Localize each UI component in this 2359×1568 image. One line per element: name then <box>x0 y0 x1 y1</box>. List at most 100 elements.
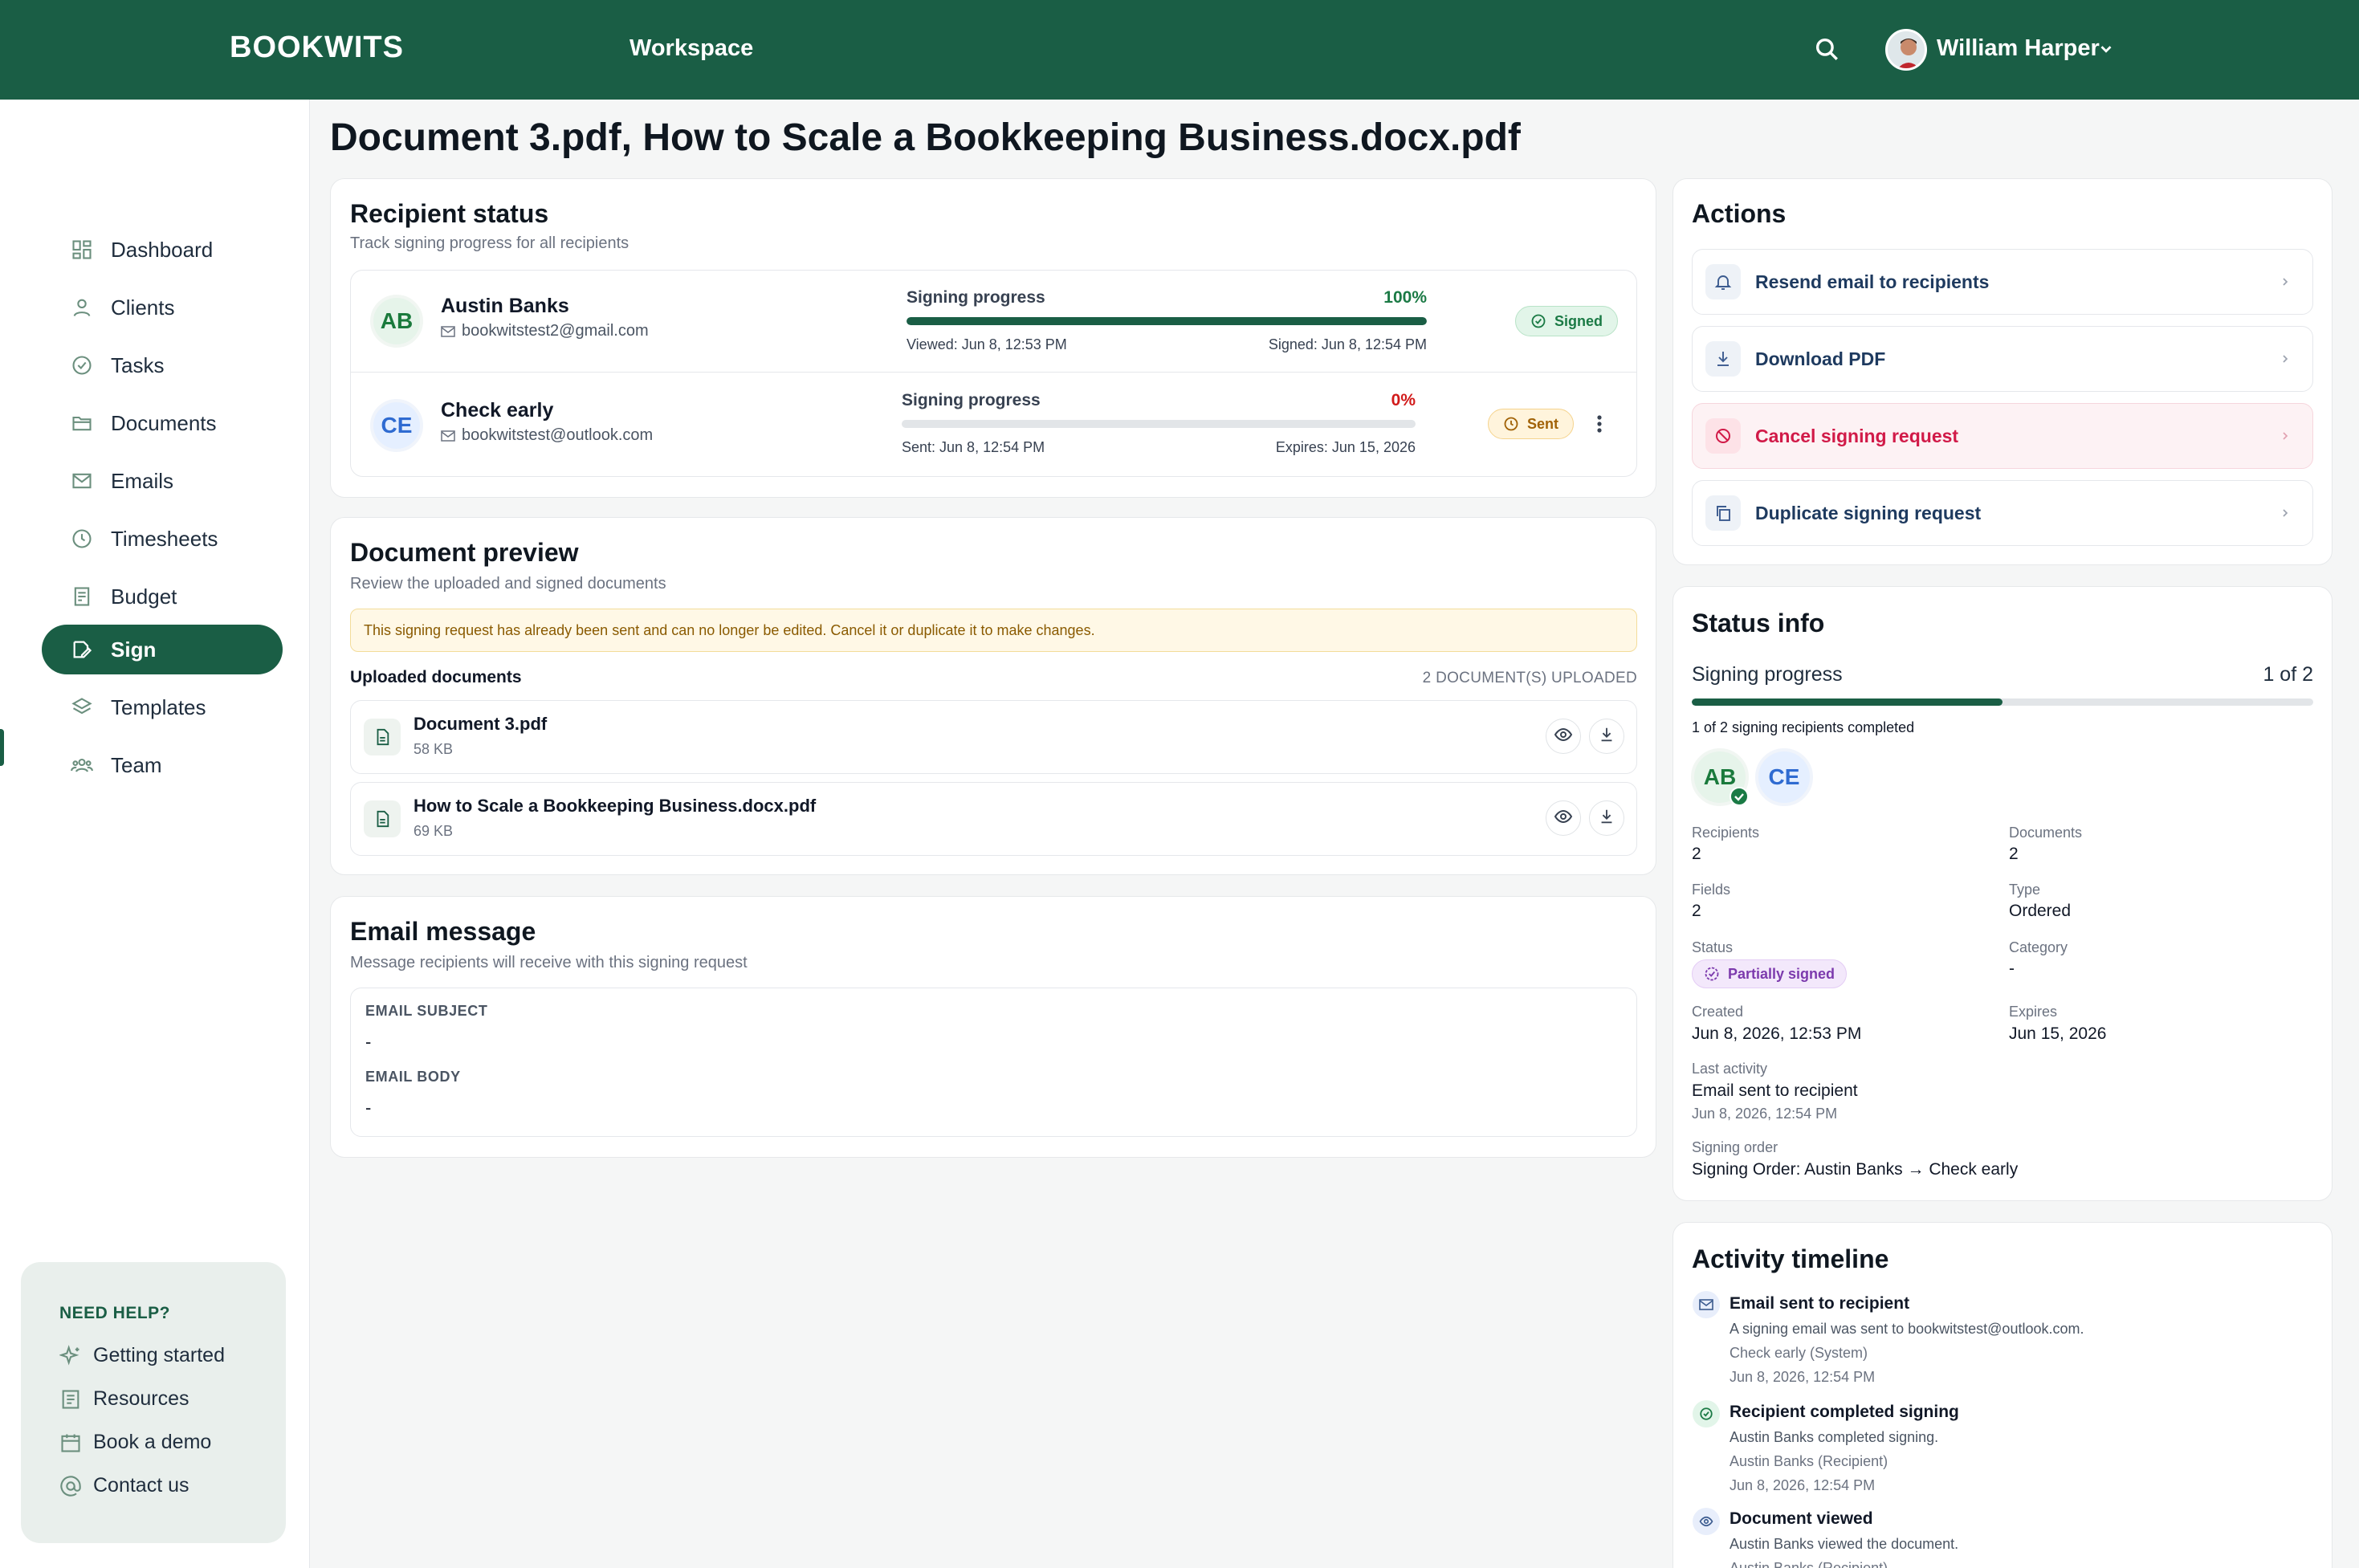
brand-logo[interactable]: BOOKWITS <box>230 31 404 65</box>
help-book-demo[interactable]: Book a demo <box>59 1431 211 1454</box>
status-badge-label: Signed <box>1554 312 1603 329</box>
download-icon <box>1705 341 1741 377</box>
help-getting-started[interactable]: Getting started <box>59 1344 225 1367</box>
download-document-button[interactable] <box>1589 719 1624 754</box>
sidebar-item-timesheets[interactable]: Timesheets <box>42 514 283 564</box>
document-preview-title: Document preview <box>350 538 579 567</box>
chevron-down-icon[interactable] <box>2097 40 2115 58</box>
document-row[interactable]: Document 3.pdf 58 KB <box>350 700 1637 774</box>
help-item-label: Contact us <box>93 1474 189 1497</box>
duplicate-signing-request-button[interactable]: Duplicate signing request <box>1692 480 2313 546</box>
help-item-label: Book a demo <box>93 1431 212 1453</box>
event-title: Recipient completed signing <box>1730 1403 1959 1421</box>
action-label: Download PDF <box>1755 348 1886 369</box>
signing-progress-percent: 0% <box>1391 391 1416 409</box>
document-name: Document 3.pdf <box>414 714 548 734</box>
user-avatar[interactable] <box>1885 29 1927 71</box>
cancel-signing-request-button[interactable]: Cancel signing request <box>1692 403 2313 469</box>
signed-date: Signed: Jun 8, 12:54 PM <box>1268 336 1427 352</box>
event-actor: Austin Banks (Recipient) <box>1730 1453 1888 1469</box>
document-row[interactable]: How to Scale a Bookkeeping Business.docx… <box>350 782 1637 856</box>
signing-progress-bar <box>902 420 1416 428</box>
event-description: A signing email was sent to bookwitstest… <box>1730 1321 2084 1337</box>
status-badge: Sent <box>1488 409 1575 439</box>
type-value: Ordered <box>2009 902 2072 920</box>
sidebar-item-emails[interactable]: Emails <box>42 456 283 506</box>
event-time: Jun 8, 2026, 12:54 PM <box>1730 1477 1876 1493</box>
fields-value: 2 <box>1692 902 1701 920</box>
recipient-status-subtitle: Track signing progress for all recipient… <box>350 234 629 252</box>
chevron-right-icon <box>2279 275 2292 288</box>
actions-title: Actions <box>1692 199 1787 228</box>
recipient-email-text: bookwitstest2@gmail.com <box>462 322 649 340</box>
recipient-name: Check early <box>441 399 554 422</box>
at-icon <box>59 1475 82 1497</box>
help-resources[interactable]: Resources <box>59 1387 189 1411</box>
sparkle-icon <box>59 1344 82 1367</box>
event-actor: Austin Banks (Recipient) <box>1730 1560 1888 1568</box>
document-name: How to Scale a Bookkeeping Business.docx… <box>414 796 817 816</box>
action-label: Cancel signing request <box>1755 425 1959 446</box>
recipient-status-title: Recipient status <box>350 199 549 228</box>
action-label: Duplicate signing request <box>1755 502 1982 523</box>
expires-value: Jun 15, 2026 <box>2009 1024 2107 1043</box>
avatar: CE <box>1755 748 1813 806</box>
sidebar-item-templates[interactable]: Templates <box>42 682 283 732</box>
event-title: Email sent to recipient <box>1730 1294 1910 1313</box>
help-item-label: Resources <box>93 1387 189 1410</box>
sidebar-item-label: Clients <box>111 295 175 320</box>
mail-icon <box>441 430 455 442</box>
status-progress-count: 1 of 2 <box>2263 663 2313 686</box>
download-pdf-button[interactable]: Download PDF <box>1692 326 2313 392</box>
help-contact[interactable]: Contact us <box>59 1474 189 1497</box>
sidebar-item-budget[interactable]: Budget <box>42 572 283 621</box>
email-subject-label: EMAIL SUBJECT <box>365 1003 488 1019</box>
status-progress-bar <box>1692 698 2313 706</box>
signing-progress-label: Signing progress <box>902 391 1041 409</box>
sidebar-item-label: Timesheets <box>111 526 218 551</box>
sidebar-item-label: Sign <box>111 637 157 662</box>
email-subject-value: - <box>365 1032 372 1052</box>
fields-label: Fields <box>1692 882 1731 898</box>
avatar: CE <box>370 399 423 452</box>
help-title: NEED HELP? <box>59 1304 171 1322</box>
sidebar-item-documents[interactable]: Documents <box>42 398 283 448</box>
last-activity-label: Last activity <box>1692 1061 1768 1077</box>
grid-icon <box>71 238 93 261</box>
resend-email-button[interactable]: Resend email to recipients <box>1692 249 2313 315</box>
calendar-icon <box>59 1432 82 1454</box>
recipient-email: bookwitstest@outlook.com <box>441 426 653 445</box>
expires-label: Expires <box>2009 1004 2058 1020</box>
signing-progress-fill <box>907 317 1427 325</box>
signature-icon <box>71 638 93 661</box>
download-icon <box>1598 726 1615 747</box>
email-body-value: - <box>365 1098 372 1118</box>
sidebar-item-dashboard[interactable]: Dashboard <box>42 225 283 275</box>
active-indicator <box>0 729 4 766</box>
sidebar-item-team[interactable]: Team <box>42 740 283 790</box>
help-item-label: Getting started <box>93 1344 225 1366</box>
workspace-link[interactable]: Workspace <box>629 35 753 62</box>
divider <box>351 372 1636 373</box>
download-document-button[interactable] <box>1589 800 1624 836</box>
recipients-label: Recipients <box>1692 825 1760 841</box>
sidebar-item-tasks[interactable]: Tasks <box>42 340 283 390</box>
view-document-button[interactable] <box>1546 800 1581 836</box>
document-size: 69 KB <box>414 823 454 839</box>
user-name[interactable]: William Harper <box>1937 35 2100 62</box>
view-document-button[interactable] <box>1546 719 1581 754</box>
last-activity-value: Email sent to recipient <box>1692 1081 1858 1100</box>
search-icon[interactable] <box>1813 35 1840 63</box>
more-options-icon[interactable] <box>1595 412 1603 436</box>
sidebar-item-label: Budget <box>111 584 177 609</box>
avatar: AB <box>370 295 423 348</box>
check-badge-icon <box>1730 787 1749 806</box>
page-title: Document 3.pdf, How to Scale a Bookkeepi… <box>330 116 1521 159</box>
recipient-list: AB Austin Banks bookwitstest2@gmail.com … <box>350 270 1637 477</box>
check-circle-icon <box>1530 313 1546 329</box>
category-value: - <box>2009 959 2015 978</box>
recipient-email-text: bookwitstest@outlook.com <box>462 426 654 444</box>
layers-icon <box>71 696 93 719</box>
sidebar-item-sign[interactable]: Sign <box>42 625 283 674</box>
sidebar-item-clients[interactable]: Clients <box>42 283 283 332</box>
